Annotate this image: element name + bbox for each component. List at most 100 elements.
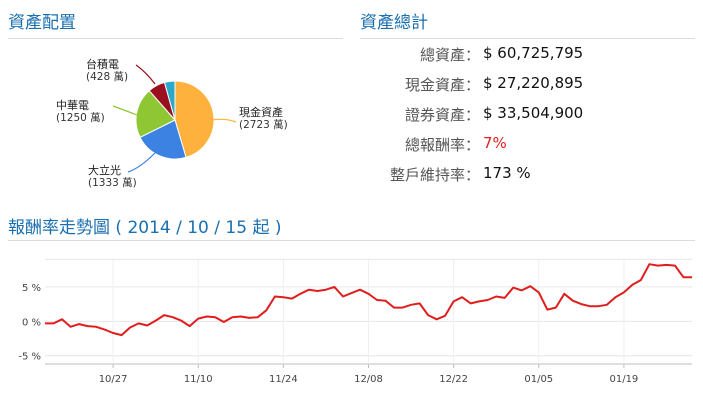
return-point bbox=[350, 292, 352, 294]
total-assets-label: 總資產： bbox=[419, 46, 480, 64]
return-point bbox=[104, 329, 106, 331]
maintenance-ratio-row: 整戶維持率： 173 % bbox=[360, 164, 690, 190]
return-point bbox=[257, 316, 259, 318]
return-point bbox=[589, 305, 591, 307]
return-point bbox=[623, 291, 625, 293]
securities-assets-row: 證券資產： $ 33,504,900 bbox=[360, 104, 690, 130]
return-point bbox=[640, 279, 642, 281]
return-point bbox=[495, 296, 497, 298]
return-point bbox=[316, 290, 318, 292]
x-tick-label: 01/05 bbox=[524, 374, 553, 385]
securities-assets-label: 證券資產： bbox=[404, 106, 480, 124]
pie-label-value: (1333 萬) bbox=[88, 177, 137, 189]
pie-label-cht: 中華電 (1250 萬) bbox=[56, 99, 105, 125]
return-point bbox=[385, 300, 387, 302]
return-point bbox=[393, 307, 395, 309]
return-point bbox=[436, 318, 438, 320]
x-tick-label: 10/27 bbox=[99, 374, 128, 385]
x-tick-label: 12/22 bbox=[439, 374, 468, 385]
total-assets-row: 總資產： $ 60,725,795 bbox=[360, 44, 690, 70]
return-point bbox=[470, 302, 472, 304]
return-point bbox=[606, 304, 608, 306]
y-tick-label: -5 % bbox=[18, 352, 41, 363]
return-point bbox=[453, 300, 455, 302]
pie-svg bbox=[112, 64, 237, 173]
return-point bbox=[163, 314, 165, 316]
return-point bbox=[274, 296, 276, 298]
return-point bbox=[70, 326, 72, 328]
return-point bbox=[78, 323, 80, 325]
pie-label-value: (2723 萬) bbox=[239, 119, 288, 131]
pie-label-name: 大立光 bbox=[88, 164, 121, 177]
return-trend-chart: 5 % 0 % -5 % 10/27 11/10 11/24 12/08 12/22 01/05… bbox=[18, 258, 692, 385]
return-point bbox=[189, 325, 191, 327]
return-point bbox=[53, 322, 55, 324]
return-point bbox=[674, 265, 676, 267]
return-point bbox=[410, 304, 412, 306]
pie-label-value: (1250 萬) bbox=[56, 112, 105, 124]
return-point bbox=[248, 317, 250, 319]
return-point bbox=[359, 289, 361, 291]
totals-title: 資產總計 bbox=[360, 13, 428, 33]
return-point bbox=[299, 293, 301, 295]
return-point bbox=[504, 297, 506, 299]
return-point bbox=[265, 309, 267, 311]
x-tick-label: 01/19 bbox=[609, 374, 638, 385]
return-point bbox=[112, 332, 114, 334]
return-point bbox=[342, 296, 344, 298]
return-point bbox=[282, 296, 284, 298]
return-point bbox=[521, 289, 523, 291]
return-point bbox=[563, 293, 565, 295]
total-return-value: 7% bbox=[483, 134, 507, 152]
pie-label-name: 台積電 bbox=[86, 58, 119, 71]
return-point bbox=[614, 296, 616, 298]
return-point bbox=[138, 322, 140, 324]
return-point bbox=[197, 318, 199, 320]
return-point bbox=[155, 320, 157, 322]
return-point bbox=[146, 324, 148, 326]
total-return-label: 總報酬率： bbox=[404, 136, 480, 154]
return-point bbox=[87, 325, 89, 327]
y-tick-label: 0 % bbox=[22, 317, 41, 328]
return-point bbox=[512, 287, 514, 289]
return-point bbox=[231, 316, 233, 318]
return-point bbox=[325, 289, 327, 291]
return-point bbox=[419, 302, 421, 304]
x-tick-label: 11/10 bbox=[184, 374, 213, 385]
allocation-pie-chart: 現金資產 (2723 萬) 大立光 (1333 萬) 中華電 (1250 萬) … bbox=[0, 40, 340, 215]
pie-leader-2 bbox=[112, 105, 138, 116]
return-point bbox=[555, 307, 557, 309]
pie-leader-0 bbox=[211, 118, 237, 123]
return-point bbox=[214, 316, 216, 318]
return-point bbox=[461, 296, 463, 298]
return-point bbox=[129, 327, 131, 329]
total-assets-value: $ 60,725,795 bbox=[483, 44, 584, 62]
return-point bbox=[487, 299, 489, 301]
x-tick-label: 11/24 bbox=[269, 374, 298, 385]
y-tick-label: 5 % bbox=[22, 283, 41, 294]
maintenance-ratio-value: 173 % bbox=[483, 164, 531, 182]
cash-assets-label: 現金資產： bbox=[404, 76, 480, 94]
trend-divider bbox=[8, 240, 695, 241]
return-point bbox=[580, 303, 582, 305]
return-point bbox=[376, 299, 378, 301]
return-point bbox=[223, 321, 225, 323]
return-point bbox=[444, 315, 446, 317]
return-point bbox=[546, 309, 548, 311]
return-point bbox=[529, 285, 531, 287]
cash-assets-value: $ 27,220,895 bbox=[483, 74, 584, 92]
pie-leader-3 bbox=[135, 64, 156, 85]
return-point bbox=[44, 322, 46, 324]
return-point bbox=[121, 334, 123, 336]
pie-label-tsmc: 台積電 (428 萬) bbox=[86, 58, 128, 84]
pie-label-largan: 大立光 (1333 萬) bbox=[88, 164, 137, 190]
return-point bbox=[631, 284, 633, 286]
totals-divider bbox=[360, 38, 695, 39]
return-point bbox=[597, 305, 599, 307]
maintenance-ratio-label: 整戶維持率： bbox=[389, 166, 480, 184]
return-point bbox=[657, 265, 659, 267]
pie-label-name: 中華電 bbox=[56, 99, 89, 112]
return-point bbox=[240, 316, 242, 318]
return-point bbox=[572, 300, 574, 302]
return-point bbox=[291, 298, 293, 300]
